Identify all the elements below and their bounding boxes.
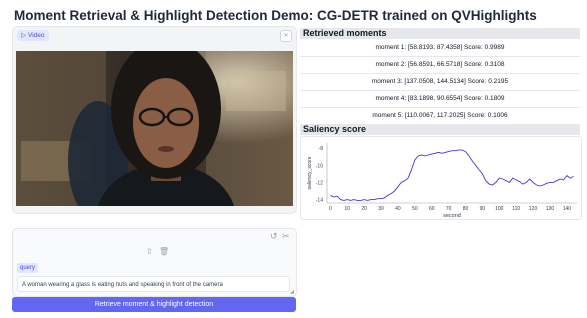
video-label-chip: ▷ Video [17,30,49,41]
x-tick-label: 90 [480,206,486,212]
saliency-chart: -8 -10 -12 -14 0 10 20 30 40 50 60 70 80 90 100 110 120 1… [307,143,577,219]
x-tick-label: 50 [412,206,418,212]
x-tick-label: 120 [529,206,538,212]
moment-item: moment 5: [110.0067, 117.2025] Score: 0.… [300,108,580,125]
video-panel: ▷ Video ✕ [12,26,297,214]
x-tick-label: 130 [546,206,555,212]
x-tick-label: 80 [463,206,469,212]
moment-item: moment 4: [83.1898, 90.6554] Score: 0.18… [300,91,580,108]
x-tick-label: 0 [329,206,332,212]
query-panel: ↺ ✂ ⇧ 🗑 query A woman wearing a glass is… [12,228,297,297]
query-input[interactable]: A woman wearing a glass is eating nuts a… [17,276,290,292]
x-tick-label: 20 [361,206,367,212]
x-tick-label: 100 [495,206,504,212]
x-tick-label: 110 [512,206,520,212]
saliency-header: Saliency score [300,124,580,135]
y-tick-label: -12 [316,180,323,186]
x-tick-label: 40 [395,206,401,212]
video-icon: ▷ [21,32,26,39]
share-icon[interactable]: ⇧ [146,247,156,257]
retrieved-moments-header: Retrieved moments [300,28,580,39]
video-player[interactable] [16,51,293,206]
moment-item: moment 3: [137.0508, 144.5134] Score: 0.… [300,74,580,91]
moment-item: moment 2: [56.8591, 66.5718] Score: 0.31… [300,57,580,74]
scissors-icon[interactable]: ✂ [282,231,292,241]
video-label: Video [28,32,45,39]
y-tick-label: -10 [316,163,323,169]
y-tick-label: -8 [319,146,324,152]
resize-grip-icon[interactable]: ◢ [290,289,294,295]
x-tick-label: 70 [446,206,452,212]
query-label: query [17,263,39,273]
trash-icon[interactable]: 🗑 [159,247,169,257]
saliency-line [330,149,574,201]
x-axis-title: second [443,213,461,219]
x-tick-label: 140 [563,206,572,212]
y-axis-title: saliency_score [307,156,313,189]
x-tick-label: 60 [429,206,435,212]
undo-icon[interactable]: ↺ [270,231,280,241]
close-icon[interactable]: ✕ [280,30,292,42]
x-tick-label: 10 [344,206,350,212]
page-title: Moment Retrieval & Highlight Detection D… [14,8,537,23]
moment-item: moment 1: [58.8193, 87.4358] Score: 0.99… [300,40,580,57]
y-tick-label: -14 [316,198,323,204]
video-frame-image [16,51,293,206]
saliency-chart-panel: -8 -10 -12 -14 0 10 20 30 40 50 60 70 80 90 100 110 120 1… [300,136,582,220]
x-tick-label: 30 [378,206,384,212]
retrieve-button[interactable]: Retrieve moment & highlight detection [12,297,296,312]
